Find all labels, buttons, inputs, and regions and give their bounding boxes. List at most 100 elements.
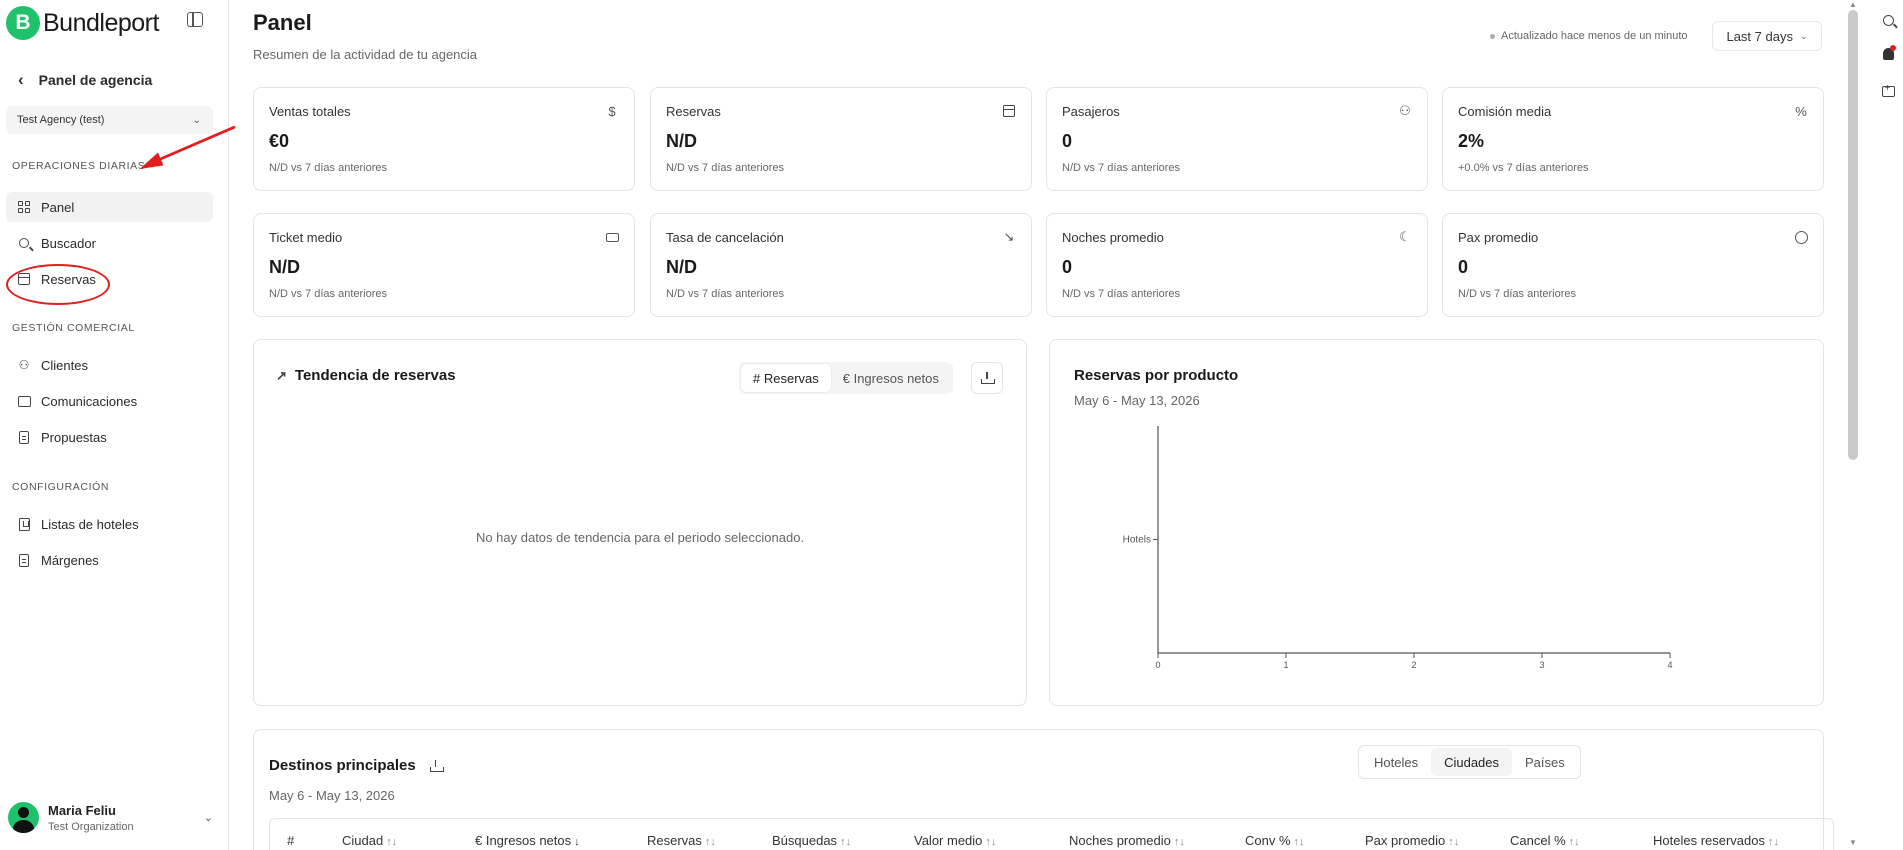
column-header-noches[interactable]: Noches promedio ↑↓ (1069, 833, 1185, 848)
sort-icon: ↑↓ (1568, 836, 1580, 848)
kpi-value: €0 (269, 131, 290, 151)
sort-icon: ↑↓ (840, 836, 852, 848)
chevron-down-icon: ⌄ (203, 812, 213, 824)
back-link[interactable]: ‹ Panel de agencia (18, 70, 152, 90)
tab-paises[interactable]: Países (1512, 748, 1578, 776)
user-org: Test Organization (48, 820, 134, 833)
message-icon (17, 394, 31, 408)
section-label-operaciones: OPERACIONES DIARIAS (12, 160, 146, 172)
kpi-value: N/D (666, 257, 697, 277)
kpi-label: Comisión media (1458, 104, 1552, 119)
x-tick-label: 4 (1667, 660, 1672, 670)
kpi-delta: N/D vs 7 días anteriores (269, 288, 387, 300)
section-label-gestion: GESTIÓN COMERCIAL (12, 322, 135, 334)
destinations-title-text: Destinos principales (269, 757, 416, 774)
x-tick-label: 2 (1411, 660, 1416, 670)
x-tick-label: 0 (1155, 660, 1160, 670)
kpi-value: 0 (1062, 257, 1073, 277)
trend-title: ↗ Tendencia de reservas (276, 367, 456, 384)
annotation-circle (6, 264, 110, 305)
trend-download-button[interactable] (971, 362, 1003, 394)
sidebar-item-listas-hoteles[interactable]: Listas de hoteles (6, 509, 213, 539)
tab-ciudades[interactable]: Ciudades (1431, 748, 1513, 776)
kpi-delta: N/D vs 7 días anteriores (1062, 288, 1180, 300)
sort-icon: ↑↓ (1448, 836, 1460, 848)
document-icon (17, 430, 31, 444)
column-header-label: Hoteles reservados (1653, 833, 1765, 848)
y-tick-label: Hotels (1123, 535, 1151, 546)
kpi-delta: N/D vs 7 días anteriores (269, 162, 387, 174)
column-header-cancel[interactable]: Cancel % ↑↓ (1510, 833, 1580, 848)
destinations-date: May 6 - May 13, 2026 (269, 788, 395, 803)
kpi-value: 2% (1458, 131, 1485, 151)
user-menu[interactable]: Maria Feliu Test Organization ⌄ (8, 802, 213, 833)
notification-bell-icon[interactable] (1880, 45, 1896, 62)
column-header-conv[interactable]: Conv % ↑↓ (1245, 833, 1305, 848)
scroll-down-icon[interactable]: ▼ (1849, 838, 1857, 847)
sidebar-item-comunicaciones[interactable]: Comunicaciones (6, 386, 213, 416)
sidebar-item-propuestas[interactable]: Propuestas (6, 422, 213, 452)
brand-logo[interactable]: B Bundleport (6, 6, 159, 40)
toggle-reservas[interactable]: # Reservas (741, 364, 831, 392)
chevron-left-icon: ‹ (18, 70, 24, 89)
calendar-icon (1002, 104, 1016, 118)
kpi-value: 0 (1062, 131, 1073, 151)
kpi-label: Ticket medio (269, 230, 343, 245)
toggle-ingresos[interactable]: € Ingresos netos (831, 364, 951, 392)
kpi-card-ticket: Ticket medio N/D N/D vs 7 días anteriore… (253, 213, 635, 317)
sidebar-toggle-icon[interactable] (187, 12, 203, 27)
column-header-label: Reservas (647, 833, 702, 848)
column-header-valor-medio[interactable]: Valor medio ↑↓ (914, 833, 996, 848)
date-range-select[interactable]: Last 7 days ⌄ (1712, 21, 1822, 51)
column-header-label: Ciudad (342, 833, 384, 848)
ticket-icon (605, 230, 619, 244)
users-icon: ⚇ (1399, 103, 1411, 118)
column-header-label: Noches promedio (1069, 833, 1171, 848)
sort-icon: ↑↓ (1293, 836, 1305, 848)
users-icon: ⚇ (18, 358, 30, 372)
date-range-value: Last 7 days (1726, 28, 1793, 44)
sidebar-item-margenes[interactable]: Márgenes (6, 545, 213, 575)
column-header-label: Cancel % (1510, 833, 1566, 848)
kpi-label: Reservas (666, 104, 721, 119)
trend-panel: ↗ Tendencia de reservas # Reservas € Ing… (253, 339, 1027, 706)
trending-up-icon: ↗ (276, 367, 287, 383)
sidebar-item-panel[interactable]: Panel (6, 192, 213, 222)
column-header-hoteles[interactable]: Hoteles reservados ↑↓ (1653, 833, 1779, 848)
bookmark-book-icon (17, 517, 31, 531)
column-header-label: Valor medio (914, 833, 983, 848)
sidebar-item-buscador[interactable]: Buscador (6, 228, 213, 258)
tab-hoteles[interactable]: Hoteles (1361, 748, 1431, 776)
column-header-label: Conv % (1245, 833, 1291, 848)
sidebar-item-label: Comunicaciones (41, 393, 138, 409)
chevron-down-icon: ⌄ (1799, 30, 1808, 41)
column-header-pax[interactable]: Pax promedio ↑↓ (1365, 833, 1459, 848)
feedback-icon[interactable] (1880, 83, 1896, 99)
download-icon[interactable] (429, 759, 444, 772)
sidebar-item-clientes[interactable]: ⚇ Clientes (6, 350, 213, 380)
kpi-label: Pax promedio (1458, 230, 1539, 245)
column-header-busquedas[interactable]: Búsquedas ↑↓ (772, 833, 851, 848)
scroll-up-icon[interactable]: ▲ (1849, 0, 1857, 9)
column-header-label: Búsquedas (772, 833, 838, 848)
last-updated: Actualizado hace menos de un minuto (1490, 30, 1688, 42)
brand-name: Bundleport (43, 8, 159, 37)
kpi-card-ventas: Ventas totales €0 N/D vs 7 días anterior… (253, 87, 635, 191)
column-header-ciudad[interactable]: Ciudad ↑↓ (342, 833, 397, 848)
moon-icon: ☾ (1399, 229, 1411, 244)
kpi-delta: N/D vs 7 días anteriores (1062, 162, 1180, 174)
download-icon (981, 372, 995, 384)
product-bar-chart: 0 1 2 3 4 Hotels (1123, 426, 1673, 670)
column-header-ingresos[interactable]: € Ingresos netos ↓ (475, 833, 580, 848)
kpi-value: N/D (269, 257, 300, 277)
scrollbar-thumb[interactable] (1848, 10, 1858, 460)
sort-icon: ↑↓ (1173, 836, 1185, 848)
search-icon[interactable] (1880, 12, 1896, 28)
sort-icon: ↑↓ (386, 836, 398, 848)
main-content: Panel Resumen de la actividad de tu agen… (229, 0, 1848, 850)
column-header-reservas[interactable]: Reservas ↑↓ (647, 833, 716, 848)
user-circle-icon (1794, 230, 1808, 244)
destinations-table-header: # Ciudad ↑↓ € Ingresos netos ↓ Reservas ↑↓ … (269, 818, 1834, 850)
percent-icon: % (1795, 103, 1807, 119)
kpi-label: Pasajeros (1062, 104, 1120, 119)
